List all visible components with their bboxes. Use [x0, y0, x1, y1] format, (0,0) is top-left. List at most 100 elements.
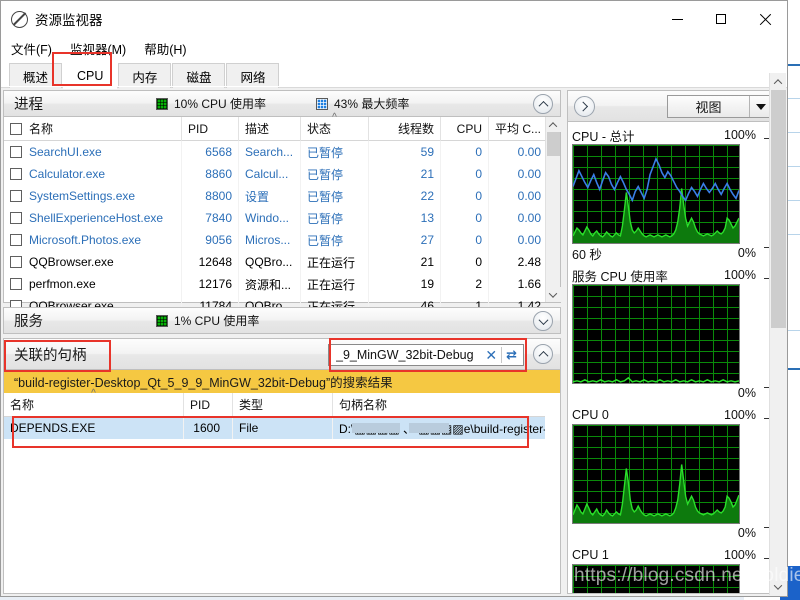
resource-monitor-window: 资源监视器 文件(F) 监视器(M) 帮助(H) 概述 CPU 内存 磁盘 网络 — [0, 0, 788, 597]
handles-scrollbar[interactable] — [545, 393, 560, 593]
scroll-down-button[interactable] — [770, 578, 787, 595]
blue-gauge-icon — [316, 97, 328, 110]
scroll-up-button[interactable] — [770, 73, 787, 90]
process-cpu: 2 — [441, 273, 489, 295]
processes-section-header[interactable]: 进程 10% CPU 使用率 43% 最大频率 — [3, 90, 561, 117]
process-name: Calculator.exe — [29, 167, 106, 181]
chevron-down-icon — [538, 314, 548, 325]
process-avg-cpu: 0.00 — [517, 145, 541, 159]
minimize-icon — [671, 18, 683, 20]
maximize-icon — [716, 14, 726, 24]
scrollbar-thumb[interactable] — [770, 90, 786, 328]
menu-help[interactable]: 帮助(H) — [144, 39, 186, 58]
view-dropdown-arrow[interactable] — [749, 96, 771, 117]
services-section-header[interactable]: 服务 1% CPU 使用率 — [3, 307, 561, 334]
handle-col-handle-name[interactable]: 句柄名称 — [333, 393, 545, 417]
graph-services-canvas — [572, 284, 740, 384]
process-desc: Calcul... — [239, 163, 301, 185]
process-pid: 12176 — [182, 273, 239, 295]
redaction-block — [409, 423, 449, 433]
graphs-scrollbar[interactable] — [769, 73, 786, 595]
content-area: 进程 10% CPU 使用率 43% 最大频率 名称 PID 描述 ^ 状态 线… — [1, 73, 787, 596]
tab-disk[interactable]: 磁盘 — [172, 63, 226, 88]
graph-cpu-total-footer: 60 秒 — [572, 247, 602, 262]
process-col-avg-cpu[interactable]: 平均 C... — [489, 117, 547, 141]
tab-network[interactable]: 网络 — [226, 63, 280, 88]
processes-table-header: 名称 PID 描述 ^ 状态 线程数 CPU 平均 C... — [4, 112, 547, 141]
scrollbar-thumb[interactable] — [546, 132, 560, 156]
graphs-toolbar: 视图 — [567, 90, 779, 122]
table-row[interactable]: Calculator.exe 8860 Calcul... 已暂停 21 0 0… — [4, 163, 545, 185]
table-row[interactable]: DEPENDS.EXE 1600 File D:\▨▨▨▨ 、 ▨▨▨▨e\bu… — [4, 417, 545, 439]
process-col-desc[interactable]: 描述 — [239, 116, 301, 141]
tab-cpu[interactable]: CPU — [63, 61, 118, 89]
services-expand-button[interactable] — [533, 311, 553, 331]
chevron-right-icon — [578, 101, 589, 111]
refresh-icon[interactable]: ⇄ — [502, 347, 521, 363]
row-checkbox[interactable] — [10, 212, 22, 224]
graph-cpu0-svg — [573, 464, 739, 523]
table-row[interactable]: SystemSettings.exe 8800 设置 已暂停 22 0 0.00 — [4, 185, 545, 207]
table-row[interactable]: perfmon.exe 12176 资源和... 正在运行 19 2 1.66 — [4, 273, 545, 295]
process-desc: 资源和... — [239, 273, 301, 295]
graphs-list: CPU - 总计 100% 60 秒 0% 服务 CPU 使用率 100% 0%… — [568, 122, 778, 593]
processes-scrollbar[interactable] — [545, 117, 561, 302]
process-col-name[interactable]: 名称 — [4, 116, 182, 141]
table-row[interactable]: ShellExperienceHost.exe 7840 Windo... 已暂… — [4, 207, 545, 229]
graph-cpu0-max: 100% — [724, 408, 756, 422]
expand-panel-button[interactable] — [574, 95, 595, 117]
handles-table-container: ^ 名称 PID 类型 句柄名称 DEPENDS.EXE 1600 File ▨… — [3, 388, 561, 594]
handle-col-name[interactable]: ^ 名称 — [4, 388, 184, 417]
process-pid: 9056 — [182, 229, 239, 251]
process-col-cpu[interactable]: CPU — [441, 116, 489, 141]
handle-search-box[interactable]: ✕ ⇄ — [328, 344, 524, 366]
handles-collapse-button[interactable] — [533, 344, 553, 364]
row-checkbox[interactable] — [10, 256, 22, 268]
handle-col-pid[interactable]: PID — [184, 392, 233, 417]
window-controls — [655, 1, 787, 37]
row-checkbox[interactable] — [10, 190, 22, 202]
graph-services-title: 服务 CPU 使用率 — [572, 269, 668, 284]
scroll-up-button[interactable] — [545, 117, 561, 132]
maximize-button[interactable] — [699, 1, 743, 37]
process-col-status[interactable]: ^ 状态 — [301, 112, 369, 141]
services-title: 服务 — [14, 314, 43, 330]
minimize-button[interactable] — [655, 1, 699, 37]
menu-file[interactable]: 文件(F) — [11, 39, 52, 58]
handles-section-header[interactable]: 关联的句柄 ✕ ⇄ — [3, 338, 561, 370]
handles-title: 关联的句柄 — [14, 347, 87, 364]
scroll-down-button[interactable] — [545, 287, 561, 302]
handle-col-name-label: 名称 — [10, 398, 35, 412]
menu-monitor[interactable]: 监视器(M) — [70, 39, 126, 58]
caret-down-icon — [755, 103, 766, 110]
close-button[interactable] — [743, 1, 787, 37]
process-status: 正在运行 — [301, 251, 369, 273]
row-checkbox[interactable] — [10, 234, 22, 246]
process-status: 已暂停 — [301, 185, 369, 207]
process-col-pid[interactable]: PID — [182, 116, 239, 141]
search-input[interactable] — [334, 347, 482, 363]
tab-overview[interactable]: 概述 — [9, 63, 63, 88]
select-all-checkbox[interactable] — [10, 122, 22, 135]
row-checkbox[interactable] — [10, 146, 22, 158]
process-cpu: 0 — [441, 141, 489, 163]
clear-x-icon[interactable]: ✕ — [481, 347, 501, 364]
process-threads: 13 — [369, 207, 441, 229]
tab-memory[interactable]: 内存 — [118, 63, 172, 88]
process-col-threads[interactable]: 线程数 — [369, 116, 441, 141]
process-name: ShellExperienceHost.exe — [29, 211, 164, 225]
close-icon — [759, 13, 771, 25]
process-cpu: 0 — [441, 229, 489, 251]
row-checkbox[interactable] — [10, 168, 22, 180]
view-dropdown[interactable]: 视图 — [667, 95, 772, 118]
handle-col-type[interactable]: 类型 — [233, 392, 333, 417]
row-checkbox[interactable] — [10, 278, 22, 290]
process-status: 已暂停 — [301, 163, 369, 185]
table-row[interactable]: SearchUI.exe 6568 Search... 已暂停 59 0 0.0… — [4, 141, 545, 163]
table-row[interactable]: Microsoft.Photos.exe 9056 Micros... 已暂停 … — [4, 229, 545, 251]
services-cpu-usage-label: 1% CPU 使用率 — [174, 314, 260, 328]
processes-max-freq-stat: 43% 最大频率 — [316, 95, 409, 112]
processes-collapse-button[interactable] — [533, 94, 553, 114]
graph-services-cpu: 服务 CPU 使用率 100% 0% — [572, 266, 778, 402]
table-row[interactable]: QQBrowser.exe 12648 QQBro... 正在运行 21 0 2… — [4, 251, 545, 273]
